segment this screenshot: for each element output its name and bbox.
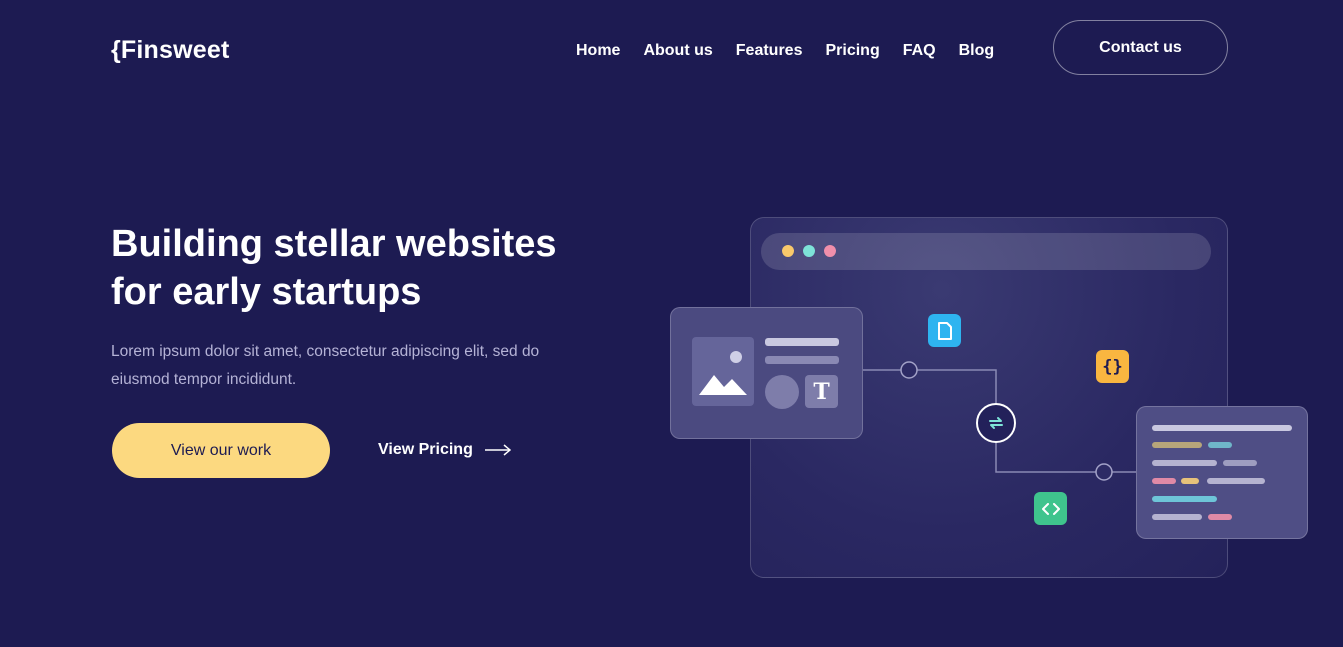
code-line xyxy=(1152,460,1217,466)
code-line xyxy=(1152,496,1217,502)
curly-braces-glyph: {} xyxy=(1102,356,1123,377)
code-line xyxy=(1223,460,1257,466)
code-line xyxy=(1152,478,1176,484)
code-editor-card xyxy=(1136,406,1308,539)
image-placeholder-icon xyxy=(692,337,754,406)
code-line xyxy=(1152,442,1202,448)
sync-icon xyxy=(976,403,1016,443)
code-line xyxy=(1208,514,1232,520)
text-tool-icon: T xyxy=(805,375,838,408)
text-line-placeholder xyxy=(765,338,839,346)
text-line-placeholder xyxy=(765,356,839,364)
code-line xyxy=(1152,514,1202,520)
circle-shape-placeholder xyxy=(765,375,799,409)
curly-braces-icon: {} xyxy=(1096,350,1129,383)
code-line xyxy=(1208,442,1232,448)
content-blocks-card: T xyxy=(670,307,863,439)
file-icon xyxy=(928,314,961,347)
text-tool-glyph: T xyxy=(813,378,830,405)
landing-page: {Finsweet Home About us Features Pricing… xyxy=(0,0,1343,647)
code-line xyxy=(1207,478,1265,484)
code-line xyxy=(1181,478,1199,484)
code-icon xyxy=(1034,492,1067,525)
code-line xyxy=(1152,425,1292,431)
